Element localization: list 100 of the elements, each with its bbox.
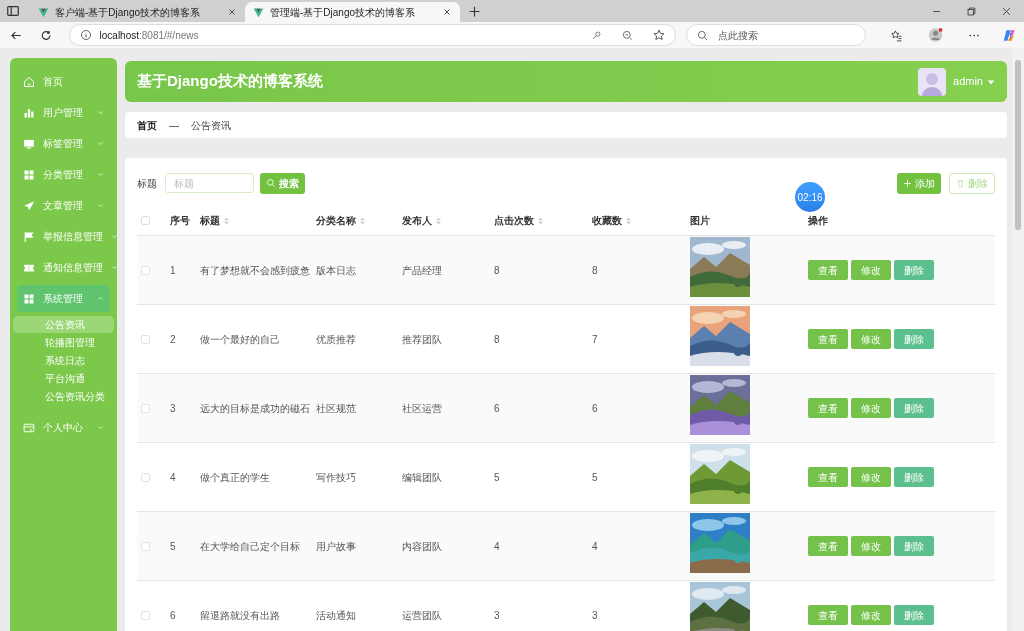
sidebar-item[interactable]: 标签管理	[17, 130, 110, 157]
delete-button[interactable]: 删除	[894, 398, 934, 418]
scrollbar[interactable]	[1012, 48, 1024, 631]
favorite-star-icon[interactable]	[652, 29, 665, 41]
row-checkbox[interactable]	[141, 541, 150, 551]
card-icon	[23, 421, 35, 434]
submenu-item[interactable]: 平台沟通	[13, 370, 114, 387]
breadcrumb-item[interactable]: 公告资讯	[191, 117, 231, 133]
timer-badge[interactable]: 02:16	[793, 180, 827, 214]
submenu-item[interactable]: 公告资讯分类	[13, 388, 114, 405]
batch-delete-button[interactable]: 删除	[949, 172, 995, 194]
search-button[interactable]: 搜索	[260, 172, 305, 194]
table-row[interactable]: 4 做个真正的学生 写作技巧 编辑团队 5 5 查看 修改 删除	[137, 443, 995, 512]
table-cell-text: 留退路就没有出路	[200, 608, 281, 623]
favorites-icon[interactable]	[890, 28, 903, 42]
user-menu[interactable]: admin	[953, 73, 995, 90]
submenu-item[interactable]: 轮播图管理	[13, 334, 114, 351]
row-checkbox[interactable]	[141, 265, 150, 275]
reload-icon[interactable]	[40, 28, 53, 42]
submenu-item[interactable]: 公告资讯	[13, 316, 114, 333]
new-tab-icon[interactable]	[468, 5, 481, 18]
view-button[interactable]: 查看	[808, 536, 848, 556]
sidebar-item[interactable]: 首页	[17, 68, 110, 95]
sidebar-item[interactable]: 通知信息管理	[17, 254, 110, 281]
row-checkbox[interactable]	[141, 610, 150, 620]
browser-tab[interactable]: 管理端-基于Django技术的博客系	[245, 2, 460, 22]
key-icon[interactable]	[590, 29, 602, 41]
copilot-icon[interactable]	[1001, 27, 1016, 43]
table-cell-text: 产品经理	[402, 263, 443, 278]
table-cell-text: 有了梦想就不会感到疲惫	[200, 263, 311, 278]
table-cell-text: 社区规范	[316, 401, 357, 416]
close-icon[interactable]	[442, 7, 452, 17]
edit-button[interactable]: 修改	[851, 467, 891, 487]
close-icon[interactable]	[1001, 6, 1012, 17]
trash-icon	[956, 178, 965, 188]
table-cell-text: 8	[494, 332, 501, 347]
table-cell-text: 5	[592, 470, 599, 485]
paper-plane-icon	[23, 199, 35, 212]
table-row[interactable]: 2 做一个最好的自己 优质推荐 推荐团队 8 7 查看 修改 删除	[137, 305, 995, 374]
column-header[interactable]: 序号	[170, 213, 190, 228]
browser-tab[interactable]: 客户端-基于Django技术的博客系	[30, 2, 245, 22]
tab-actions-icon[interactable]	[6, 4, 20, 18]
info-icon[interactable]	[79, 29, 92, 41]
delete-button[interactable]: 删除	[894, 605, 934, 625]
address-field[interactable]: localhost:8081/#/news	[68, 24, 676, 46]
delete-button[interactable]: 删除	[894, 260, 934, 280]
table-row[interactable]: 1 有了梦想就不会感到疲惫 版本日志 产品经理 8 8 查看 修改 删除	[137, 236, 995, 305]
column-header[interactable]: 收藏数	[592, 213, 622, 228]
view-button[interactable]: 查看	[808, 260, 848, 280]
zoom-out-icon[interactable]	[621, 29, 633, 41]
sidebar-item[interactable]: 文章管理	[17, 192, 110, 219]
sidebar-item[interactable]: 用户管理	[17, 99, 110, 126]
close-icon[interactable]	[227, 7, 237, 17]
column-header[interactable]: 图片	[690, 213, 710, 228]
edit-button[interactable]: 修改	[851, 260, 891, 280]
column-header[interactable]: 操作	[808, 213, 828, 228]
add-button[interactable]: 添加	[897, 172, 941, 194]
select-all-checkbox[interactable]	[141, 216, 150, 225]
table-row[interactable]: 5 在大学给自己定个目标 用户故事 内容团队 4 4 查看 修改 删除	[137, 512, 995, 581]
column-header[interactable]: 点击次数	[494, 213, 534, 228]
delete-button[interactable]: 删除	[894, 467, 934, 487]
sidebar-item[interactable]: 分类管理	[17, 161, 110, 188]
delete-button[interactable]: 删除	[894, 536, 934, 556]
breadcrumb-item[interactable]: 首页	[137, 117, 157, 133]
edit-button[interactable]: 修改	[851, 536, 891, 556]
view-button[interactable]: 查看	[808, 467, 848, 487]
view-button[interactable]: 查看	[808, 398, 848, 418]
tab-title: 客户端-基于Django技术的博客系	[55, 5, 202, 20]
table-cell-text: 版本日志	[316, 263, 357, 278]
edit-button[interactable]: 修改	[851, 329, 891, 349]
table-cell-text: 内容团队	[402, 539, 443, 554]
view-button[interactable]: 查看	[808, 329, 848, 349]
table-row[interactable]: 3 远大的目标是成功的磁石 社区规范 社区运营 6 6 查看 修改 删除	[137, 374, 995, 443]
search-icon	[266, 178, 276, 188]
search-icon	[696, 29, 708, 41]
column-header[interactable]: 发布人	[402, 213, 432, 228]
row-checkbox[interactable]	[141, 334, 150, 344]
sidebar-item[interactable]: 系统管理	[17, 285, 110, 312]
edit-button[interactable]: 修改	[851, 605, 891, 625]
table-cell-text: 用户故事	[316, 539, 357, 554]
table-cell-text: 做一个最好的自己	[200, 332, 281, 347]
profile-icon[interactable]	[928, 27, 944, 43]
table-cell-text: 2	[170, 332, 177, 347]
sidebar-item[interactable]: 举报信息管理	[17, 223, 110, 250]
delete-button[interactable]: 删除	[894, 329, 934, 349]
url-text: localhost:8081/#/news	[99, 28, 200, 43]
row-checkbox[interactable]	[141, 472, 150, 482]
edit-button[interactable]: 修改	[851, 398, 891, 418]
web-search-field[interactable]: 点此搜索	[685, 24, 867, 46]
title-input-field[interactable]: 标题	[165, 173, 254, 193]
table-cell-text: 社区运营	[402, 401, 443, 416]
sidebar-item[interactable]: 个人中心	[17, 414, 110, 441]
table-cell-text: 8	[592, 263, 599, 278]
submenu-item[interactable]: 系统日志	[13, 352, 114, 369]
column-header[interactable]: 标题	[200, 213, 220, 228]
view-button[interactable]: 查看	[808, 605, 848, 625]
column-header[interactable]: 分类名称	[316, 213, 356, 228]
filter-label: 标题	[137, 176, 157, 191]
row-checkbox[interactable]	[141, 403, 150, 413]
restore-icon[interactable]	[966, 6, 977, 17]
